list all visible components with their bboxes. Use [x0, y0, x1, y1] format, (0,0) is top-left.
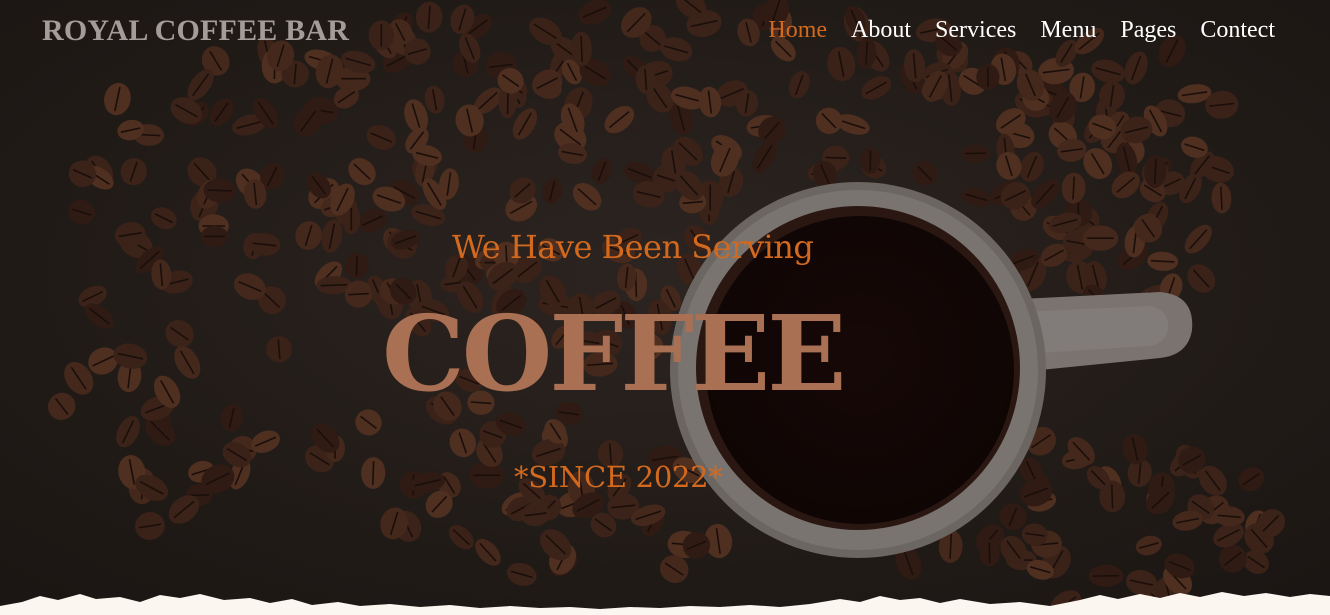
brand-logo[interactable]: ROYAL COFFEE BAR	[42, 14, 349, 48]
nav-home[interactable]: Home	[768, 17, 827, 44]
hero-subtitle: We Have Been Serving	[452, 228, 814, 266]
torn-paper-edge	[0, 592, 1330, 615]
coffee-bean-crease	[371, 461, 375, 486]
nav-menu[interactable]: Menu	[1040, 17, 1096, 44]
coffee-bean-crease	[825, 156, 846, 159]
hero-headline: COFFEE	[382, 292, 847, 415]
coffee-bean-crease	[1110, 484, 1114, 509]
nav-pages[interactable]: Pages	[1120, 17, 1176, 44]
nav-about[interactable]: About	[851, 17, 911, 44]
main-menu: Home About Services Menu Pages Contect	[768, 17, 1275, 44]
nav-contact[interactable]: Contect	[1200, 17, 1275, 44]
coffee-bean-crease	[348, 292, 369, 296]
top-navigation: ROYAL COFFEE BAR Home About Services Men…	[0, 0, 1330, 64]
coffee-bean-crease	[320, 283, 348, 287]
hero-since-text: *SINCE 2022*	[514, 460, 723, 494]
coffee-bean-crease	[207, 189, 232, 192]
hero-section: ROYAL COFFEE BAR Home About Services Men…	[0, 0, 1330, 615]
nav-services[interactable]: Services	[935, 17, 1016, 44]
coffee-bean-crease	[355, 255, 358, 276]
